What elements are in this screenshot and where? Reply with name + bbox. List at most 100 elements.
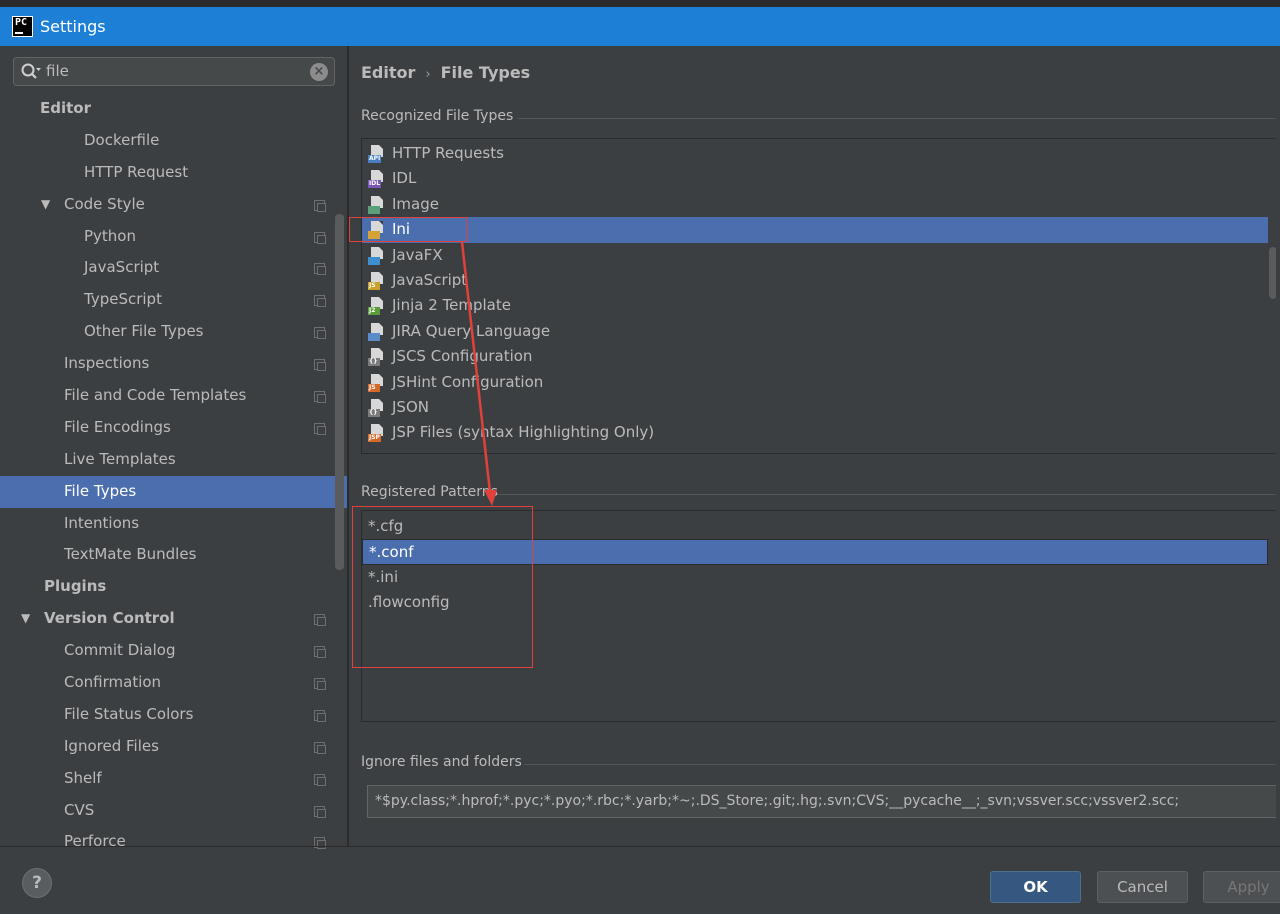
idl-file-icon: IDL <box>368 170 385 189</box>
project-scope-icon <box>314 263 326 276</box>
footer-divider <box>0 846 1280 847</box>
file-type-row[interactable]: {} JSON <box>362 395 1268 420</box>
sidebar-item-other-file-types[interactable]: Other File Types <box>0 316 347 348</box>
breadcrumb-separator: › <box>425 67 431 82</box>
settings-search-input[interactable]: file × <box>13 57 335 86</box>
sidebar-item-file-encodings[interactable]: File Encodings <box>0 412 347 444</box>
sidebar-item-file-status-colors[interactable]: File Status Colors <box>0 699 347 731</box>
jscs-file-icon: {} <box>368 348 385 367</box>
sidebar-item-label: Live Templates <box>64 449 176 468</box>
jira-file-icon <box>368 322 385 341</box>
section-divider <box>497 494 1280 495</box>
sidebar-item-label: Plugins <box>44 577 107 596</box>
image-file-icon <box>368 195 385 214</box>
title-bar: PC Settings <box>0 0 1280 46</box>
sidebar-item-plugins[interactable]: Plugins <box>0 571 347 603</box>
sidebar-item-ignored-files[interactable]: Ignored Files <box>0 731 347 763</box>
annotation-box-ini <box>349 217 467 242</box>
ignore-files-input[interactable]: *$py.class;*.hprof;*.pyc;*.pyo;*.rbc;*.y… <box>367 785 1280 818</box>
pycharm-logo-icon: PC <box>12 16 33 37</box>
sidebar-item-file-types[interactable]: File Types <box>0 475 347 508</box>
jinja-file-icon: J2 <box>368 297 385 316</box>
expand-arrow-icon[interactable]: ▼ <box>41 189 50 221</box>
ok-button[interactable]: OK <box>990 871 1081 903</box>
api-file-icon: API <box>368 145 385 163</box>
project-scope-icon <box>314 422 326 435</box>
sidebar-item-label: File and Code Templates <box>64 386 247 405</box>
sidebar-item-perforce[interactable]: Perforce <box>0 826 347 858</box>
section-divider <box>517 118 1280 119</box>
apply-button[interactable]: Apply <box>1203 871 1280 903</box>
sidebar-item-label: Confirmation <box>64 673 162 692</box>
file-type-label: Jinja 2 Template <box>392 296 511 315</box>
file-type-row[interactable]: Image <box>362 192 1268 217</box>
breadcrumb-parent[interactable]: Editor <box>361 63 415 82</box>
sidebar-item-label: CVS <box>64 800 95 819</box>
file-type-label: JavaFX <box>392 245 443 264</box>
cancel-button[interactable]: Cancel <box>1097 871 1188 903</box>
file-type-row[interactable]: JavaFX <box>362 243 1268 268</box>
project-scope-icon <box>314 709 326 722</box>
sidebar-item-label: TextMate Bundles <box>64 545 197 564</box>
file-type-row[interactable]: JS JavaScript <box>362 268 1268 293</box>
sidebar-item-label: File Types <box>64 481 137 500</box>
file-type-row[interactable]: IDL IDL <box>362 166 1268 191</box>
clear-search-icon[interactable]: × <box>310 63 328 81</box>
annotation-box-patterns <box>352 506 533 668</box>
expand-arrow-icon[interactable]: ▼ <box>21 603 30 635</box>
sidebar-item-inspections[interactable]: Inspections <box>0 348 347 380</box>
project-scope-icon <box>314 327 326 340</box>
sidebar-scrollbar[interactable] <box>335 214 344 570</box>
project-scope-icon <box>314 678 326 691</box>
file-type-row[interactable]: API HTTP Requests <box>362 141 1268 166</box>
help-button[interactable]: ? <box>22 868 52 898</box>
jsp-file-icon: JSP <box>368 424 385 443</box>
file-type-label: JSON <box>392 398 429 416</box>
file-type-label: JSP Files (syntax Highlighting Only) <box>392 423 655 442</box>
project-scope-icon <box>314 646 326 659</box>
file-types-panel: Editor › File Types Recognized File Types … <box>349 46 1280 846</box>
sidebar-item-textmate-bundles[interactable]: TextMate Bundles <box>0 539 347 571</box>
sidebar-item-shelf[interactable]: Shelf <box>0 763 347 795</box>
sidebar-item-label: Editor <box>40 99 91 117</box>
breadcrumb: Editor › File Types <box>361 63 530 82</box>
recognized-file-types-list[interactable]: API HTTP Requests IDL IDL Image Ini JavaFX JS Ja… <box>361 138 1280 454</box>
sidebar-item-intentions[interactable]: Intentions <box>0 508 347 540</box>
sidebar-item-confirmation[interactable]: Confirmation <box>0 667 347 699</box>
file-type-row[interactable]: Ini <box>362 217 1268 243</box>
file-type-row[interactable]: JSP JSP Files (syntax Highlighting Only) <box>362 420 1268 445</box>
registered-patterns-title: Registered Patterns <box>361 484 498 500</box>
file-type-row[interactable]: JIRA Query Language <box>362 319 1268 344</box>
sidebar-item-python[interactable]: Python <box>0 221 347 253</box>
js-file-icon: JS <box>368 272 385 290</box>
sidebar-item-commit-dialog[interactable]: Commit Dialog <box>0 635 347 667</box>
sidebar-item-http-request[interactable]: HTTP Request <box>0 157 347 189</box>
file-type-row[interactable]: JS JSHint Configuration <box>362 370 1268 395</box>
project-scope-icon <box>314 295 326 308</box>
project-scope-icon <box>314 741 326 754</box>
file-type-label: Image <box>392 194 439 213</box>
sidebar-item-label: Dockerfile <box>84 130 160 149</box>
file-type-row[interactable]: {} JSCS Configuration <box>362 344 1268 369</box>
sidebar-item-editor[interactable]: Editor <box>0 93 347 125</box>
project-scope-icon <box>314 231 326 244</box>
sidebar-item-typescript[interactable]: TypeScript <box>0 284 347 316</box>
file-type-row[interactable]: J2 Jinja 2 Template <box>362 293 1268 318</box>
sidebar-item-javascript[interactable]: JavaScript <box>0 252 347 284</box>
sidebar-item-code-style[interactable]: ▼ Code Style <box>0 189 347 221</box>
sidebar-item-label: TypeScript <box>84 290 162 309</box>
project-scope-icon <box>314 199 326 212</box>
project-scope-icon <box>314 359 326 372</box>
sidebar-item-cvs[interactable]: CVS <box>0 795 347 827</box>
sidebar-item-version-control[interactable]: ▼ Version Control <box>0 603 347 635</box>
search-icon <box>21 63 41 79</box>
file-type-label: JSCS Configuration <box>392 347 533 366</box>
sidebar-item-file-and-code-templates[interactable]: File and Code Templates <box>0 380 347 412</box>
file-type-label: JIRA Query Language <box>392 321 551 340</box>
sidebar-item-dockerfile[interactable]: Dockerfile <box>0 125 347 157</box>
sidebar-item-label: JavaScript <box>84 258 160 277</box>
file-type-label: JavaScript <box>392 271 468 289</box>
search-value: file <box>46 62 69 80</box>
json-file-icon: {} <box>368 399 385 417</box>
sidebar-item-live-templates[interactable]: Live Templates <box>0 444 347 476</box>
